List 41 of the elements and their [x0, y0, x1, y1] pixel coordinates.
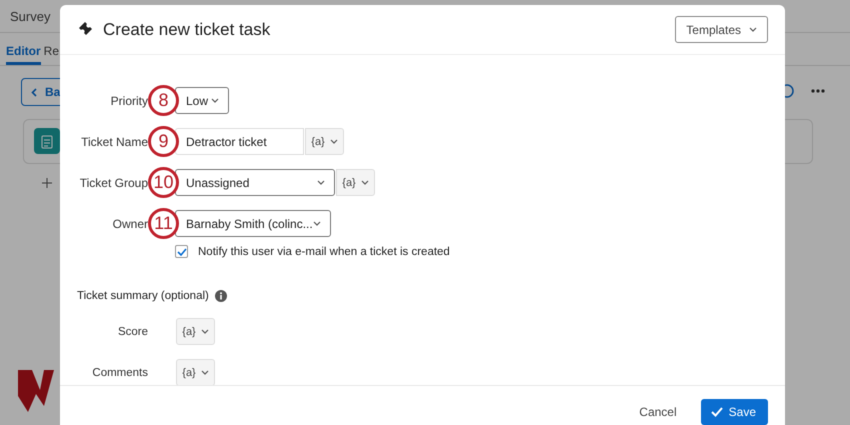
select-field[interactable]: Barnaby Smith (colinc... — [175, 210, 331, 237]
select-field[interactable]: Low — [175, 87, 229, 114]
select-field[interactable]: Unassigned — [175, 169, 335, 196]
info-icon[interactable] — [214, 290, 227, 302]
field-label: Ticket Name — [80, 134, 148, 148]
piped-text-button[interactable]: {a} — [176, 359, 215, 385]
dialog-title: Create new ticket task — [103, 20, 272, 40]
caret-icon — [200, 370, 209, 375]
caret-icon — [330, 139, 338, 144]
notify-label: Notify this user via e-mail when a ticket is created — [198, 246, 450, 258]
field-label: Score — [116, 326, 148, 338]
caret-icon — [211, 98, 219, 103]
checkmark-icon — [710, 407, 723, 417]
piped-text-button[interactable]: {a} — [336, 169, 375, 196]
caret-icon — [749, 27, 757, 32]
more-icon[interactable] — [811, 89, 825, 93]
step-number: 8 — [148, 85, 179, 116]
tab[interactable]: Editor — [6, 33, 41, 65]
field-label: Ticket Group — [78, 176, 148, 190]
caret-icon — [360, 180, 369, 185]
chevron-left-icon — [31, 88, 37, 96]
plus-icon[interactable] — [42, 178, 52, 188]
ticket-name-field[interactable]: Detractor ticket — [175, 128, 304, 155]
save-button[interactable]: Save — [700, 399, 768, 425]
notify-checkbox[interactable] — [175, 245, 188, 258]
step-number: 9 — [148, 126, 179, 157]
cancel-button[interactable]: Cancel — [633, 399, 683, 425]
tab[interactable]: Re — [44, 33, 60, 65]
piped-text-button[interactable]: {a} — [176, 318, 215, 345]
caret-icon — [200, 329, 209, 334]
step-number: 11 — [148, 208, 179, 239]
templates-button[interactable]: Templates — [675, 16, 768, 43]
field-label: Comments — [91, 366, 148, 378]
field-label: Owner — [112, 216, 148, 230]
section-title: Ticket summary (optional) — [77, 290, 209, 302]
caret-icon — [313, 221, 321, 226]
step-number: 10 — [148, 167, 179, 198]
app-title: Survey — [10, 8, 50, 24]
piped-text-button[interactable]: {a} — [305, 128, 344, 155]
caret-icon — [317, 180, 325, 185]
field-label: Priority — [110, 94, 148, 108]
